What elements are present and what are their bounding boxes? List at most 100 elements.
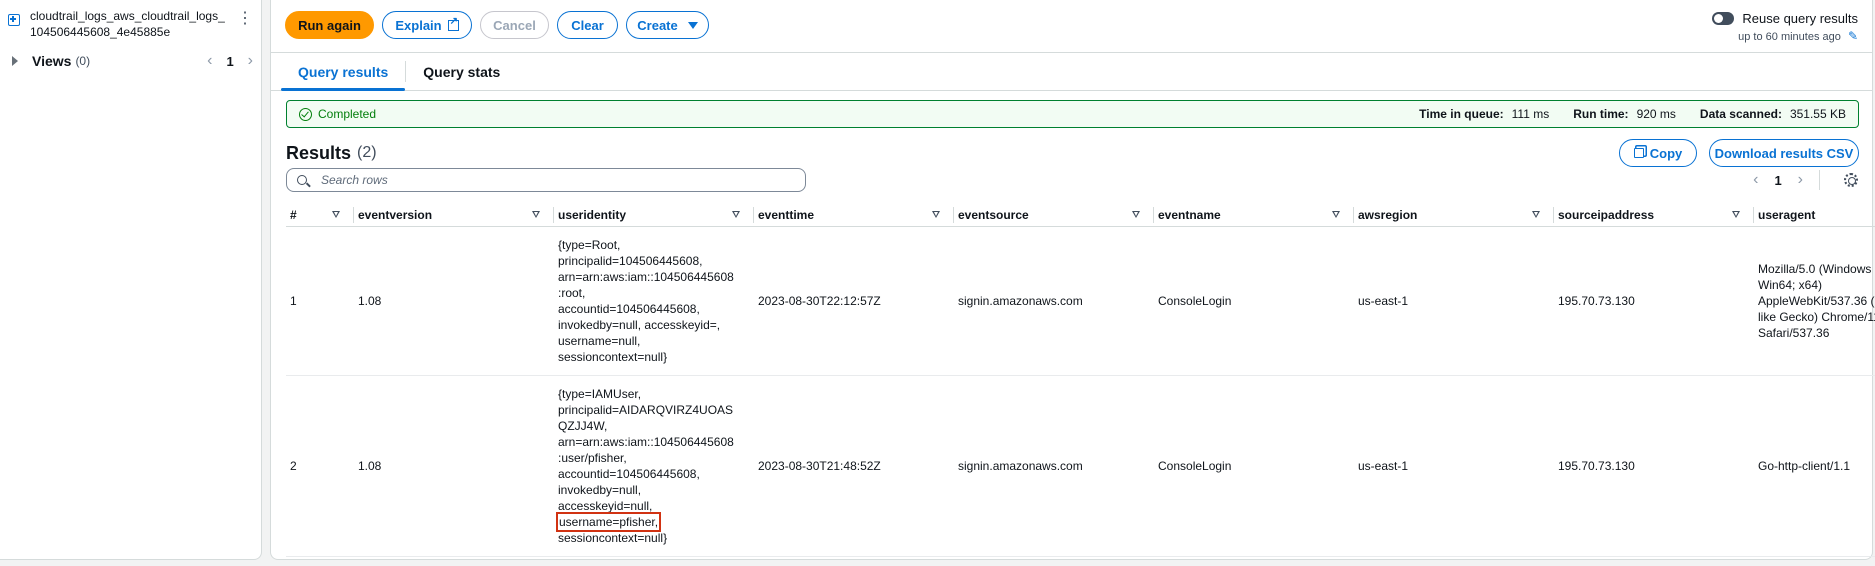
sort-icon[interactable]	[1532, 211, 1540, 218]
sort-icon[interactable]	[1732, 211, 1740, 218]
copy-label: Copy	[1649, 145, 1683, 161]
cell-useridentity: {type=Root, principalid=104506445608, arn=…	[554, 227, 754, 375]
cell-line: principalid=104506445608,	[558, 254, 703, 268]
views-count: (0)	[75, 54, 91, 68]
download-csv-button[interactable]: Download results CSV	[1709, 139, 1859, 167]
cell-line: username=null,	[558, 334, 641, 348]
column-header-awsregion[interactable]: awsregion	[1354, 203, 1554, 226]
cell-useridentity: {type=IAMUser, principalid=AIDARQVIRZ4UOA…	[554, 376, 754, 556]
table-body: 1 1.08 {type=Root, principalid=104506445608…	[286, 227, 1875, 557]
column-header-sourceipaddress[interactable]: sourceipaddress	[1554, 203, 1754, 226]
column-header-eventsource[interactable]: eventsource	[954, 203, 1154, 226]
query-editor-panel: Run again Explain Cancel Clear Create Re…	[270, 0, 1875, 560]
time-in-queue: Time in queue: 111 ms	[1419, 107, 1550, 121]
clear-button[interactable]: Clear	[557, 11, 618, 39]
table-pager: ‹ 1 ›	[1753, 170, 1858, 190]
run-again-button[interactable]: Run again	[285, 11, 374, 39]
cell-line: sessioncontext=null}	[558, 531, 668, 545]
cell-num: 1	[290, 294, 297, 308]
chevron-left-icon[interactable]: ‹	[207, 52, 212, 70]
column-header-eventtime[interactable]: eventtime	[754, 203, 954, 226]
cell-line: :user/pfisher,	[558, 451, 627, 465]
sort-icon[interactable]	[532, 211, 540, 218]
more-options-icon[interactable]: ⋮	[237, 11, 253, 27]
cell-line: sessioncontext=null}	[558, 350, 668, 364]
column-header-eventname[interactable]: eventname	[1154, 203, 1354, 226]
table-row[interactable]: 1 1.08 {type=Root, principalid=104506445608…	[286, 227, 1875, 376]
table-name[interactable]: cloudtrail_logs_aws_cloudtrail_logs_1045…	[30, 8, 231, 40]
cell-awsregion: us-east-1	[1358, 459, 1409, 473]
copy-icon	[1633, 148, 1644, 158]
views-page-number[interactable]: 1	[226, 54, 233, 69]
results-table: # eventversion useridentity eventtime ev…	[286, 203, 1875, 557]
cell-line: Go-http-client/1.1	[1758, 459, 1851, 473]
views-label: Views	[32, 53, 72, 69]
cell-line: accountid=104506445608,	[558, 467, 700, 481]
explain-label: Explain	[395, 17, 442, 33]
reuse-label: Reuse query results	[1742, 11, 1858, 26]
status-bar: Completed Time in queue: 111 ms Run time:…	[286, 100, 1859, 128]
divider	[1819, 170, 1820, 190]
copy-button[interactable]: Copy	[1619, 139, 1697, 167]
table-row[interactable]: 2 1.08 {type=IAMUser, principalid=AIDARQVIR…	[286, 376, 1875, 557]
cell-eventversion: 1.08	[358, 459, 382, 473]
cell-line: :root,	[558, 286, 586, 300]
cell-line: invokedby=null, accesskeyid=,	[558, 318, 721, 332]
cell-useragent: Go-http-client/1.1	[1754, 376, 1875, 556]
views-pager: ‹ 1 ›	[207, 52, 253, 70]
edit-icon[interactable]: ✎	[1848, 29, 1858, 43]
result-tabs: Query results Query stats	[271, 53, 1872, 91]
column-header-useridentity[interactable]: useridentity	[554, 203, 754, 226]
highlighted-username: username=pfisher,	[555, 512, 662, 532]
query-metrics: Time in queue: 111 ms Run time: 920 ms Dat…	[1419, 107, 1846, 121]
column-header-num[interactable]: #	[286, 203, 354, 226]
views-section[interactable]: Views (0) ‹ 1 ›	[0, 40, 261, 70]
cell-line: accesskeyid=null,	[558, 499, 653, 513]
cell-sourceipaddress: 195.70.73.130	[1558, 294, 1635, 308]
table-expand-icon[interactable]	[8, 14, 20, 26]
reuse-toggle[interactable]	[1712, 12, 1735, 25]
cell-sourceipaddress: 195.70.73.130	[1558, 459, 1635, 473]
explain-button[interactable]: Explain	[382, 11, 472, 39]
chevron-left-icon[interactable]: ‹	[1753, 171, 1758, 189]
sort-icon[interactable]	[932, 211, 940, 218]
cell-eventname: ConsoleLogin	[1158, 459, 1232, 473]
cell-line: AppleWebKit/537.36 (KHTML,	[1758, 294, 1875, 308]
cell-useragent: Mozilla/5.0 (Windows NT 10.0; Win64; x64)…	[1754, 227, 1875, 375]
sort-icon[interactable]	[1332, 211, 1340, 218]
cell-line: {type=IAMUser,	[558, 387, 642, 401]
cell-eventsource: signin.amazonaws.com	[958, 459, 1083, 473]
external-link-icon	[447, 16, 459, 31]
table-item[interactable]: cloudtrail_logs_aws_cloudtrail_logs_1045…	[0, 0, 261, 40]
cell-line: {type=Root,	[558, 238, 621, 252]
cancel-button[interactable]: Cancel	[480, 11, 549, 39]
reuse-sub-label: up to 60 minutes ago	[1738, 31, 1841, 43]
column-header-eventversion[interactable]: eventversion	[354, 203, 554, 226]
cell-eventsource: signin.amazonaws.com	[958, 294, 1083, 308]
chevron-right-icon[interactable]: ›	[1798, 171, 1803, 189]
gear-icon[interactable]	[1844, 173, 1858, 187]
column-header-useragent[interactable]: useragent	[1754, 203, 1875, 226]
sort-icon[interactable]	[732, 211, 740, 218]
create-button[interactable]: Create	[626, 11, 709, 39]
search-input[interactable]	[319, 172, 799, 188]
chevron-right-icon[interactable]: ›	[248, 52, 253, 70]
cell-line: arn=arn:aws:iam::104506445608	[558, 435, 734, 449]
caret-down-icon	[687, 21, 698, 29]
cell-eventname: ConsoleLogin	[1158, 294, 1232, 308]
results-title: Results	[286, 142, 352, 163]
run-time: Run time: 920 ms	[1573, 107, 1676, 121]
results-header: Results (2) Copy Download results CSV	[286, 138, 1859, 168]
data-scanned: Data scanned: 351.55 KB	[1699, 107, 1846, 121]
table-page-number[interactable]: 1	[1774, 173, 1781, 188]
tab-query-stats[interactable]: Query stats	[406, 53, 517, 90]
search-rows[interactable]	[286, 168, 806, 192]
sort-icon[interactable]	[332, 211, 340, 218]
tab-query-results[interactable]: Query results	[281, 53, 406, 91]
cell-awsregion: us-east-1	[1358, 294, 1409, 308]
reuse-query-results: Reuse query results up to 60 minutes ago…	[1712, 11, 1858, 43]
sort-icon[interactable]	[1132, 211, 1140, 218]
caret-right-icon[interactable]	[12, 56, 18, 66]
cell-line: invokedby=null,	[558, 483, 642, 497]
cell-line: QZJJ4W,	[558, 419, 608, 433]
